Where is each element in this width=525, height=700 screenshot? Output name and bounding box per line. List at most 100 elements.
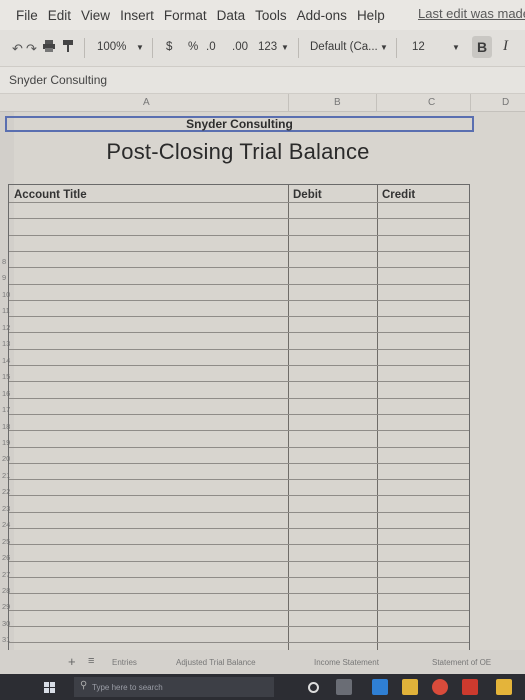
redo-icon[interactable]: ↷: [26, 41, 37, 57]
task-view-icon[interactable]: [336, 679, 352, 695]
menu-bar: File Edit View Insert Format Data Tools …: [0, 0, 525, 30]
table-row-border: [9, 462, 469, 464]
table-row-border: [9, 413, 469, 415]
menu-add-ons[interactable]: Add-ons: [297, 8, 347, 23]
table-row-border: [9, 609, 469, 611]
menu-tools[interactable]: Tools: [255, 8, 287, 23]
column-header: A B C D: [0, 94, 525, 112]
formula-bar: Snyder Consulting: [0, 66, 525, 94]
table-row-border: [9, 218, 469, 220]
bold-button[interactable]: B: [472, 36, 492, 58]
table-row-border: [9, 316, 469, 318]
sheet-tab-statement-of-oe[interactable]: Statement of OE: [432, 658, 491, 667]
sheet-tab-bar: + ≡ Entries Adjusted Trial Balance Incom…: [0, 650, 525, 674]
font-select[interactable]: Default (Ca...: [310, 41, 378, 53]
sheet-grid[interactable]: 8 9 10 11 12 13 14 15 16 17 18 19 20 21 22 23 24 25 26 27 28…: [0, 112, 525, 700]
chevron-down-icon[interactable]: ▼: [380, 43, 388, 52]
menu-file[interactable]: File: [16, 8, 38, 23]
chevron-down-icon[interactable]: ▼: [136, 43, 144, 52]
column-header-c[interactable]: C: [428, 97, 435, 108]
table-row-border: [9, 560, 469, 562]
table-row-border: [9, 234, 469, 236]
credit-header[interactable]: Credit: [382, 189, 415, 201]
toolbar-divider: [396, 38, 397, 58]
table-row-border: [9, 495, 469, 497]
menu-view[interactable]: View: [81, 8, 110, 23]
print-icon[interactable]: [42, 39, 56, 56]
sheet-tab-income-statement[interactable]: Income Statement: [314, 658, 379, 667]
column-header-d[interactable]: D: [502, 97, 509, 108]
currency-format-button[interactable]: $: [166, 41, 172, 53]
taskbar: ⚲ Type here to search: [0, 674, 525, 700]
menu-help[interactable]: Help: [357, 8, 385, 23]
sheet-tab-entries[interactable]: Entries: [112, 658, 137, 667]
table-row-border: [9, 348, 469, 350]
table-row-border: [9, 625, 469, 627]
table-row-border: [9, 511, 469, 513]
table-row-border: [9, 332, 469, 334]
toolbar-divider: [152, 38, 153, 58]
file-explorer-icon[interactable]: [402, 679, 418, 695]
last-edit-link[interactable]: Last edit was made: [418, 6, 525, 21]
app-icon[interactable]: [496, 679, 512, 695]
table-row-border: [9, 299, 469, 301]
table-row-border: [9, 365, 469, 366]
chrome-icon[interactable]: [432, 679, 448, 695]
app-icon[interactable]: [462, 679, 478, 695]
toolbar: ↶ ↷ 100% ▼ $ % .0 .00 123 ▼ Default (Ca.…: [0, 30, 525, 66]
table-row-border: [9, 381, 469, 383]
column-border: [288, 185, 289, 700]
italic-button[interactable]: I: [503, 38, 508, 55]
toolbar-divider: [84, 38, 85, 58]
table-row-border: [9, 479, 469, 481]
account-title-header[interactable]: Account Title: [14, 189, 87, 201]
table-row-border: [9, 202, 469, 203]
decrease-decimal-button[interactable]: .0: [206, 41, 216, 53]
column-border: [377, 185, 378, 700]
column-divider[interactable]: [288, 94, 289, 112]
menu-format[interactable]: Format: [164, 8, 207, 23]
percent-format-button[interactable]: %: [188, 41, 198, 53]
increase-decimal-button[interactable]: .00: [232, 41, 248, 53]
toolbar-divider: [298, 38, 299, 58]
font-size-select[interactable]: 12: [412, 41, 425, 53]
edge-icon[interactable]: [372, 679, 388, 695]
chevron-down-icon[interactable]: ▼: [452, 43, 460, 52]
table-row-border: [9, 642, 469, 644]
table-row-border: [9, 593, 469, 595]
menu-edit[interactable]: Edit: [48, 8, 71, 23]
taskbar-search-input[interactable]: ⚲ Type here to search: [74, 677, 274, 697]
table-row-border: [9, 544, 469, 546]
cortana-icon[interactable]: [308, 682, 319, 693]
add-sheet-button[interactable]: +: [68, 654, 76, 669]
table-row-border: [9, 430, 469, 432]
menu-insert[interactable]: Insert: [120, 8, 154, 23]
all-sheets-icon[interactable]: ≡: [88, 655, 94, 667]
table-row-border: [9, 446, 469, 448]
table-row-border: [9, 283, 469, 285]
column-divider[interactable]: [470, 94, 471, 112]
taskbar-search-placeholder: Type here to search: [92, 683, 163, 692]
trial-balance-table: Account Title Debit Credit: [8, 184, 470, 700]
chevron-down-icon[interactable]: ▼: [281, 43, 289, 52]
sheet-tab-adjusted-trial-balance[interactable]: Adjusted Trial Balance: [176, 658, 256, 667]
zoom-select[interactable]: 100%: [97, 41, 126, 53]
table-row-border: [9, 576, 469, 578]
number-format-button[interactable]: 123: [258, 41, 277, 53]
column-header-a[interactable]: A: [143, 97, 150, 108]
undo-icon[interactable]: ↶: [12, 41, 23, 57]
table-row-border: [9, 267, 469, 269]
formula-bar-content[interactable]: Snyder Consulting: [9, 73, 107, 87]
table-row-border: [9, 528, 469, 529]
company-name-cell[interactable]: Snyder Consulting: [5, 116, 474, 132]
table-row-border: [9, 250, 469, 252]
column-divider[interactable]: [376, 94, 377, 112]
debit-header[interactable]: Debit: [293, 189, 322, 201]
menu-data[interactable]: Data: [217, 8, 246, 23]
paint-format-icon[interactable]: [62, 39, 74, 56]
windows-start-icon[interactable]: [44, 682, 56, 694]
column-header-b[interactable]: B: [334, 97, 341, 108]
search-icon: ⚲: [80, 680, 88, 691]
table-row-border: [9, 397, 469, 399]
report-title[interactable]: Post-Closing Trial Balance: [4, 139, 472, 165]
